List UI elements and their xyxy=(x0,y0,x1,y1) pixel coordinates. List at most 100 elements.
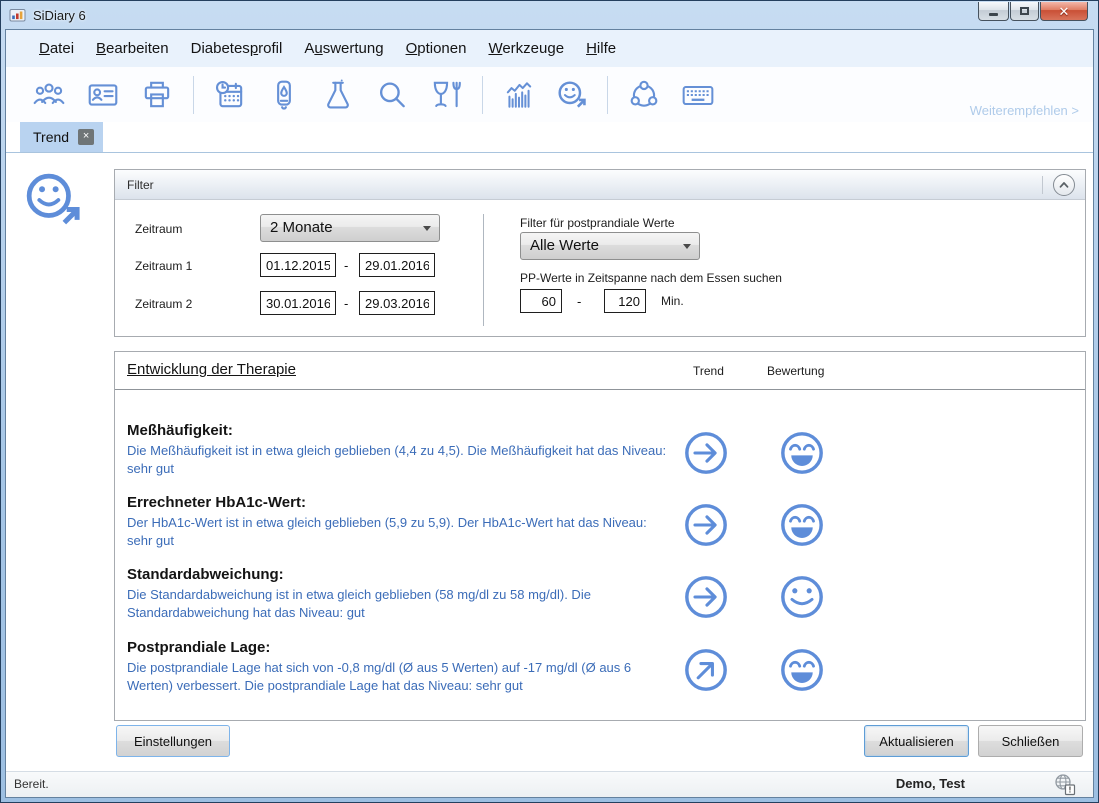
pp-filter-dropdown[interactable]: Alle Werte xyxy=(520,232,700,260)
app-icon xyxy=(9,6,27,24)
sync-status-icon[interactable]: ! xyxy=(1053,773,1077,797)
zeitraum1-from-input[interactable] xyxy=(260,253,336,277)
pp-from-input[interactable] xyxy=(520,289,562,313)
app-window: SiDiary 6 ✕ Datei Bearbeiten Diabetespro… xyxy=(0,0,1099,803)
rating-smiley-icon xyxy=(779,502,825,548)
zeitraum-label: Zeitraum xyxy=(135,222,182,236)
refresh-button[interactable]: Aktualisieren xyxy=(864,725,969,757)
tab-trend[interactable]: Trend × xyxy=(20,122,103,152)
status-bar: Bereit. Demo, Test ! xyxy=(6,771,1093,797)
menu-werkzeuge[interactable]: Werkzeuge xyxy=(477,40,575,57)
filter-title: Filter xyxy=(127,178,154,192)
range-dash: - xyxy=(344,296,348,311)
therapy-row-title: Postprandiale Lage: xyxy=(127,639,270,656)
pp-unit-label: Min. xyxy=(661,294,684,308)
nutrition-icon[interactable] xyxy=(429,78,463,112)
close-icon: ✕ xyxy=(1059,5,1070,18)
rating-smiley-icon xyxy=(779,647,825,693)
trend-smiley-icon[interactable] xyxy=(556,79,588,111)
menu-diabetesprofil[interactable]: Diabetesprofil xyxy=(180,40,294,57)
toolbar-separator xyxy=(482,76,483,114)
pp-span-label: PP-Werte in Zeitspanne nach dem Essen su… xyxy=(520,271,782,285)
minimize-icon xyxy=(989,13,998,16)
diary-calendar-icon[interactable] xyxy=(213,78,247,112)
menu-optionen[interactable]: Optionen xyxy=(395,40,478,57)
therapy-row-description: Der HbA1c-Wert ist in etwa gleich geblie… xyxy=(127,514,675,549)
therapy-row-description: Die Meßhäufigkeit ist in etwa gleich geb… xyxy=(127,442,675,477)
menu-bar: Datei Bearbeiten Diabetesprofil Auswertu… xyxy=(6,30,1093,67)
therapy-row-postprandial: Postprandiale Lage: Die postprandiale La… xyxy=(115,639,1085,711)
therapy-row-title: Standardabweichung: xyxy=(127,566,284,583)
trend-column-header: Trend xyxy=(693,364,724,378)
rating-smiley-icon xyxy=(779,430,825,476)
header-divider xyxy=(115,389,1085,390)
range-dash: - xyxy=(344,258,348,273)
restore-icon xyxy=(1020,7,1029,15)
therapy-title: Entwicklung der Therapie xyxy=(127,361,296,378)
print-icon[interactable] xyxy=(140,78,174,112)
settings-button[interactable]: Einstellungen xyxy=(116,725,230,757)
pp-filter-label: Filter für postprandiale Werte xyxy=(520,216,675,230)
svg-text:!: ! xyxy=(1069,786,1072,795)
search-icon[interactable] xyxy=(375,78,409,112)
statistics-icon[interactable] xyxy=(502,78,536,112)
collapse-panel-button[interactable] xyxy=(1053,174,1075,196)
toolbar-separator xyxy=(607,76,608,114)
zeitraum1-to-input[interactable] xyxy=(359,253,435,277)
menu-bearbeiten[interactable]: Bearbeiten xyxy=(85,40,180,57)
therapy-row-hba1c: Errechneter HbA1c-Wert: Der HbA1c-Wert i… xyxy=(115,494,1085,566)
recommend-link[interactable]: Weiterempfehlen > xyxy=(970,103,1079,118)
tab-strip: Trend × xyxy=(6,122,1093,153)
zeitraum-dropdown[interactable]: 2 Monate xyxy=(260,214,440,242)
dropdown-arrow-icon xyxy=(683,244,691,253)
close-view-button[interactable]: Schließen xyxy=(978,725,1083,757)
rating-smiley-icon xyxy=(779,574,825,620)
trend-page-icon xyxy=(22,169,84,231)
restore-button[interactable] xyxy=(1010,2,1039,21)
share-sync-icon[interactable] xyxy=(627,78,661,112)
trend-arrow-icon xyxy=(683,430,729,476)
patients-icon[interactable] xyxy=(32,78,66,112)
chevron-up-icon xyxy=(1057,178,1071,192)
zeitraum-dropdown-value: 2 Monate xyxy=(270,219,333,236)
header-separator xyxy=(1042,176,1043,194)
filter-vertical-separator xyxy=(483,214,484,326)
main-content: Filter Zeitraum 2 Monate Zeitraum 1 - Ze… xyxy=(6,153,1093,771)
zeitraum2-to-input[interactable] xyxy=(359,291,435,315)
lab-values-icon[interactable] xyxy=(321,78,355,112)
toolbar: Weiterempfehlen > xyxy=(6,67,1093,122)
zeitraum2-from-input[interactable] xyxy=(260,291,336,315)
trend-arrow-icon xyxy=(683,647,729,693)
menu-auswertung[interactable]: Auswertung xyxy=(293,40,394,57)
range-dash: - xyxy=(577,294,581,309)
trend-arrow-icon xyxy=(683,574,729,620)
menu-hilfe[interactable]: Hilfe xyxy=(575,40,627,57)
app-body: Datei Bearbeiten Diabetesprofil Auswertu… xyxy=(5,29,1094,798)
therapy-row-description: Die postprandiale Lage hat sich von -0,8… xyxy=(127,659,675,694)
pp-to-input[interactable] xyxy=(604,289,646,313)
zeitraum2-label: Zeitraum 2 xyxy=(135,297,192,311)
status-user: Demo, Test xyxy=(896,776,965,791)
filter-panel: Filter Zeitraum 2 Monate Zeitraum 1 - Ze… xyxy=(114,169,1086,337)
therapy-row-messhaeufigkeit: Meßhäufigkeit: Die Meßhäufigkeit ist in … xyxy=(115,422,1085,494)
status-text: Bereit. xyxy=(14,777,49,791)
toolbar-separator xyxy=(193,76,194,114)
zeitraum1-label: Zeitraum 1 xyxy=(135,259,192,273)
profile-card-icon[interactable] xyxy=(86,78,120,112)
therapy-row-description: Die Standardabweichung ist in etwa gleic… xyxy=(127,586,675,621)
title-bar[interactable]: SiDiary 6 ✕ xyxy=(5,1,1094,29)
trend-arrow-icon xyxy=(683,502,729,548)
therapy-row-title: Meßhäufigkeit: xyxy=(127,422,233,439)
filter-header: Filter xyxy=(115,170,1085,200)
tab-close-icon[interactable]: × xyxy=(78,129,94,145)
tab-label: Trend xyxy=(33,129,69,145)
close-button[interactable]: ✕ xyxy=(1040,2,1088,21)
minimize-button[interactable] xyxy=(978,2,1009,21)
therapy-panel: Entwicklung der Therapie Trend Bewertung… xyxy=(114,351,1086,721)
therapy-row-title: Errechneter HbA1c-Wert: xyxy=(127,494,306,511)
rating-column-header: Bewertung xyxy=(767,364,824,378)
glucose-meter-icon[interactable] xyxy=(267,78,301,112)
pp-filter-dropdown-value: Alle Werte xyxy=(530,237,599,254)
keyboard-icon[interactable] xyxy=(681,78,715,112)
menu-datei[interactable]: Datei xyxy=(28,40,85,57)
